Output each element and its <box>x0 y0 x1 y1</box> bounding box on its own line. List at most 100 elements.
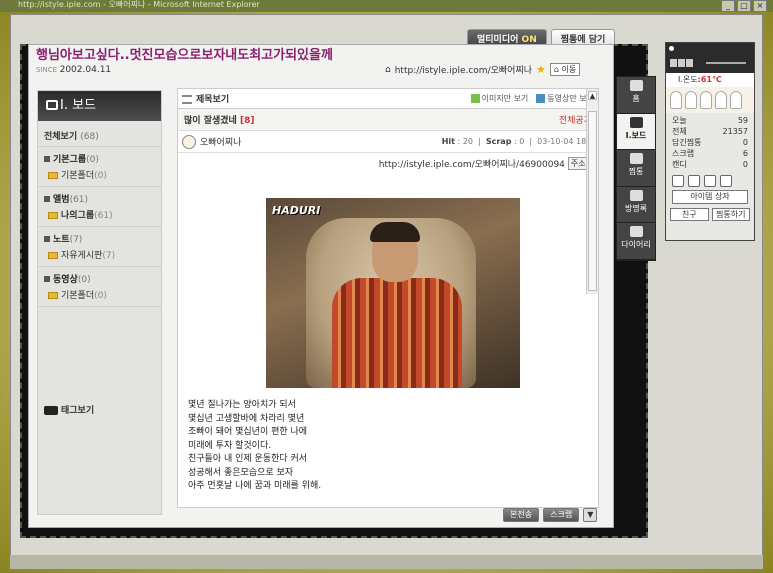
video-icon <box>536 94 546 103</box>
send-button[interactable]: 본전송 <box>503 508 540 522</box>
post-content: 제목보기 이미지만 보기 동영상만 보기 많이 잘생겼네 [8] 전체공개 오빠… <box>177 88 599 508</box>
permalink[interactable]: http://istyle.iple.com/오빠어찌나/46900094 <box>379 157 565 170</box>
home-url[interactable]: http://istyle.iple.com/오빠어찌나 <box>395 63 532 76</box>
window-icon[interactable] <box>704 175 716 187</box>
nav-steamer[interactable]: 찜통 <box>617 150 655 187</box>
board-header: I. 보드 <box>38 91 161 121</box>
avatar[interactable] <box>730 91 742 109</box>
stop-icon[interactable] <box>686 59 693 67</box>
subfolder-basic-video[interactable]: 기본폴더(0) <box>44 288 155 301</box>
gift-icon[interactable] <box>688 175 700 187</box>
friend-buttons: 친구 찜통하기 <box>666 204 754 225</box>
post-photo: HADURI <box>266 198 520 388</box>
subfolder-basic[interactable]: 기본폴더(0) <box>44 168 155 181</box>
maximize-icon[interactable]: □ <box>737 0 751 12</box>
avatar[interactable] <box>715 91 727 109</box>
scrap-button[interactable]: 스크랩 <box>543 508 580 522</box>
subfolder-free-board[interactable]: 자유게시판(7) <box>44 248 155 261</box>
url-bar: ⌂ http://istyle.iple.com/오빠어찌나 ★ ⌂ 이동 <box>385 63 581 76</box>
scroll-up-icon[interactable]: ▲ <box>588 91 597 100</box>
folder-icon <box>48 292 58 299</box>
browser-titlebar: http://istyle.iple.com - 오빠어찌나 - Microso… <box>0 0 773 12</box>
star-icon[interactable]: ★ <box>536 63 546 76</box>
emoticon-icon[interactable] <box>672 175 684 187</box>
category-basic-group: 기본그룹(0) 기본폴더(0) <box>38 147 161 187</box>
category-title[interactable]: 앨범(61) <box>44 192 155 205</box>
move-button[interactable]: ⌂ 이동 <box>549 63 581 76</box>
post-footer-buttons: 본전송 스크랩 ▼ <box>503 508 598 522</box>
category-note: 노트(7) 자유게시판(7) <box>38 227 161 267</box>
title-view-toggle[interactable]: 제목보기 <box>182 92 229 105</box>
avatar[interactable] <box>685 91 697 109</box>
all-view-link[interactable]: 전체보기 (68) <box>38 121 161 147</box>
author[interactable]: 오빠어찌나 <box>182 134 241 149</box>
avatar[interactable] <box>670 91 682 109</box>
view-toolbar: 제목보기 이미지만 보기 동영상만 보기 <box>178 89 598 109</box>
post-title: 많이 잘생겼네 [8] <box>184 116 255 126</box>
post-body: 몇년 질나가는 양아치가 되서 몇십년 고생할바에 차라리 몇년 조빠이 돼어 … <box>188 400 322 491</box>
friend-button[interactable]: 친구 <box>670 208 709 221</box>
tag-view-link[interactable]: 태그보기 <box>44 403 94 416</box>
temperature: I.온도:61℃ <box>666 73 754 87</box>
item-box-button[interactable]: 아이템 상자 <box>672 190 748 204</box>
player-indicator-icon <box>669 46 674 51</box>
minus-icon <box>44 156 50 162</box>
folder-icon <box>48 212 58 219</box>
browser-title: http://istyle.iple.com - 오빠어찌나 - Microso… <box>18 0 260 9</box>
close-icon[interactable]: × <box>753 0 767 12</box>
post-stats: Hit : 20 | Scrap : 0 | 03-10-04 18:4 <box>441 137 594 146</box>
comment-count[interactable]: [8] <box>240 116 255 126</box>
home-small-icon: ⌂ <box>553 65 559 74</box>
status-bar <box>10 555 763 569</box>
minus-icon <box>44 276 50 282</box>
music-player <box>666 43 754 73</box>
minimize-icon[interactable]: _ <box>721 0 735 12</box>
image-icon <box>470 94 480 103</box>
steamer-button[interactable]: 찜통하기 <box>711 208 750 221</box>
subfolder-my-group[interactable]: 나의그룹(61) <box>44 208 155 221</box>
permalink-row: http://istyle.iple.com/오빠어찌나/46900094 주소… <box>178 153 598 173</box>
photo-logo: HADURI <box>272 204 321 217</box>
speech-bubble-icon <box>630 189 643 201</box>
minus-icon <box>44 196 50 202</box>
scroll-thumb[interactable] <box>588 111 597 291</box>
visitor-stats: 오늘 59 전체 21357 담긴찜통 0 스크랩 6 캔디 0 <box>672 116 748 169</box>
pause-icon[interactable] <box>678 59 685 67</box>
minus-icon <box>44 236 50 242</box>
category-album: 앨범(61) 나의그룹(61) <box>38 187 161 227</box>
nav-guestbook[interactable]: 방명록 <box>617 187 655 224</box>
tv-icon <box>630 116 643 128</box>
nav-home[interactable]: 홈 <box>617 77 655 114</box>
tag-icon <box>44 406 58 415</box>
nav-diary[interactable]: 다이어리 <box>617 223 655 260</box>
cart-icon[interactable] <box>720 175 732 187</box>
category-video: 동영상(0) 기본폴더(0) <box>38 267 161 307</box>
category-title[interactable]: 노트(7) <box>44 232 155 245</box>
dropdown-icon[interactable]: ▼ <box>583 508 598 522</box>
window-controls: _ □ × <box>721 0 767 12</box>
minihompy-nav: 홈 I.보드 찜통 방명록 다이어리 <box>616 76 656 261</box>
folder-icon <box>48 172 58 179</box>
post-meta: 오빠어찌나 Hit : 20 | Scrap : 0 | 03-10-04 18… <box>178 131 598 153</box>
friends-avatars <box>666 87 754 113</box>
nav-board[interactable]: I.보드 <box>617 113 655 151</box>
avatar <box>182 134 196 149</box>
home-icon: ⌂ <box>385 64 391 75</box>
folder-icon <box>48 252 58 259</box>
category-title[interactable]: 동영상(0) <box>44 272 155 285</box>
diary-icon <box>630 226 643 238</box>
home-icon <box>630 80 643 91</box>
category-title[interactable]: 기본그룹(0) <box>44 152 155 165</box>
content-scrollbar[interactable]: ▲ <box>586 89 598 294</box>
board-title: I. 보드 <box>60 98 97 113</box>
list-icon <box>182 95 192 104</box>
play-icon[interactable] <box>670 59 677 67</box>
tv-icon <box>46 100 58 110</box>
move-label: 이동 <box>561 65 577 74</box>
page-title: 행님아보고싶다..멋진모습으로보자내도최고가되있을께 <box>36 48 333 63</box>
volume-slider[interactable] <box>706 62 746 64</box>
quick-icons <box>666 172 754 190</box>
avatar[interactable] <box>700 91 712 109</box>
people-icon <box>630 153 643 165</box>
image-only-button[interactable]: 이미지만 보기 <box>470 93 528 104</box>
